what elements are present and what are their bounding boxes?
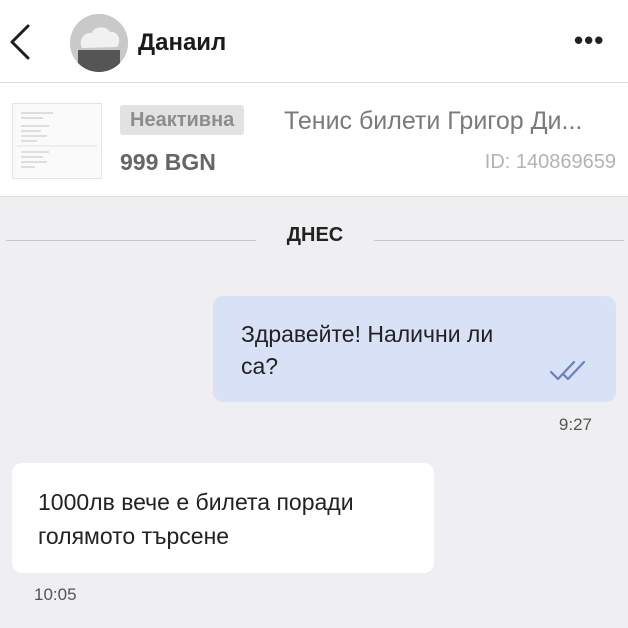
message-line: 1000лв вече е билета поради [38, 489, 354, 515]
message-bubble-incoming[interactable]: 1000лв вече е билета поради голямото тър… [12, 463, 434, 573]
message-time: 10:05 [34, 585, 77, 604]
chevron-left-icon[interactable] [6, 22, 34, 62]
message-text: 1000лв вече е билета поради голямото тър… [38, 485, 418, 553]
double-check-icon [549, 360, 586, 381]
listing-thumbnail [12, 103, 102, 179]
user-avatar-icon [70, 14, 128, 72]
message-text: Здравейте! Налични ли са? [241, 318, 561, 382]
chat-header: Данаил ••• [0, 0, 628, 83]
listing-title: Тенис билети Григор Ди... [284, 107, 583, 135]
message-line: голямото търсене [38, 523, 230, 549]
day-separator: ДНЕС [286, 224, 344, 246]
message-bubble-outgoing[interactable]: Здравейте! Налични ли са? [213, 296, 616, 402]
message-time: 9:27 [558, 415, 592, 434]
status-badge: Неактивна [120, 105, 245, 135]
document-thumbnail-icon [17, 112, 97, 168]
divider-left [6, 240, 256, 241]
listing-preview[interactable]: Неактивна Тенис билети Григор Ди... 999 … [0, 83, 628, 197]
avatar[interactable] [70, 14, 128, 72]
more-dots-icon[interactable]: ••• [574, 27, 604, 53]
listing-id: ID: 140869659 [484, 151, 616, 173]
divider-right [374, 240, 624, 241]
message-line: са? [241, 353, 279, 379]
contact-name: Данаил [138, 29, 227, 56]
message-line: Здравейте! Налични ли [241, 321, 494, 347]
listing-price: 999 BGN [120, 149, 216, 175]
